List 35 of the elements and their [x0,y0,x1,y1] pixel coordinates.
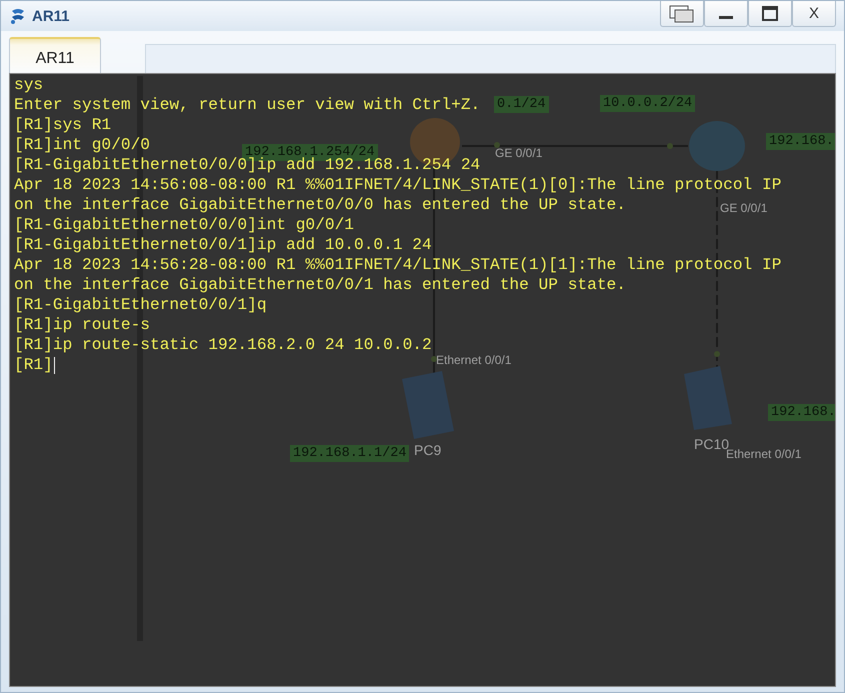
terminal-line: [R1-GigabitEthernet0/0/0]int g0/0/1 [14,215,354,235]
address-label: 10.0.0.2/24 [600,95,696,112]
terminal-line: sys [14,75,44,95]
minimize-button[interactable] [704,1,748,27]
maximize-icon [762,6,778,21]
terminal-line: [R1-GigabitEthernet0/0/1]ip add 10.0.0.1 24 [14,235,432,255]
port-label: GE 0/0/1 [495,146,542,160]
port-label: Ethernet 0/0/1 [436,353,512,367]
tile-windows-button[interactable] [660,1,704,27]
port-label: GE 0/0/1 [720,201,768,215]
terminal-line: [R1]sys R1 [14,115,112,135]
text-cursor [54,356,55,374]
terminal-line: [R1]int g0/0/0 [14,135,150,155]
terminal-line: on the interface GigabitEthernet0/0/0 has entered the UP state. [14,195,626,215]
address-label: 192.168. [766,133,835,150]
terminal-line: Apr 18 2023 14:56:08-08:00 R1 %%01IFNET/4/LINK_STATE(1)[0]:The line protocol IP [14,175,782,195]
device-label: PC9 [414,442,442,458]
address-label: 0.1/24 [494,96,549,113]
tab[interactable]: AR11 [9,37,101,73]
terminal-line: [R1] [14,355,53,375]
address-label: 192.168.1.1/24 [290,445,410,462]
terminal-line: Enter system view, return user view with Ctrl+Z. [14,95,480,115]
terminal-line: on the interface GigabitEthernet0/0/1 has entered the UP state. [14,275,626,295]
close-button[interactable]: X [792,1,836,27]
address-label: 192.168. [768,404,835,421]
terminal-line: [R1-GigabitEthernet0/0/1]q [14,295,267,315]
minimize-icon [719,16,733,19]
terminal-line: Apr 18 2023 14:56:28-08:00 R1 %%01IFNET/4/LINK_STATE(1)[1]:The line protocol IP [14,255,782,275]
overlapping-windows-icon [669,4,695,22]
window-title: AR11 [32,8,70,24]
terminal-line: [R1]ip route-s [14,315,150,335]
maximize-button[interactable] [748,1,792,27]
app-logo-icon [9,7,27,25]
terminal-line: [R1]ip route-static 192.168.2.0 24 10.0.0.2 [14,335,432,355]
port-label: Ethernet 0/0/1 [726,447,802,461]
